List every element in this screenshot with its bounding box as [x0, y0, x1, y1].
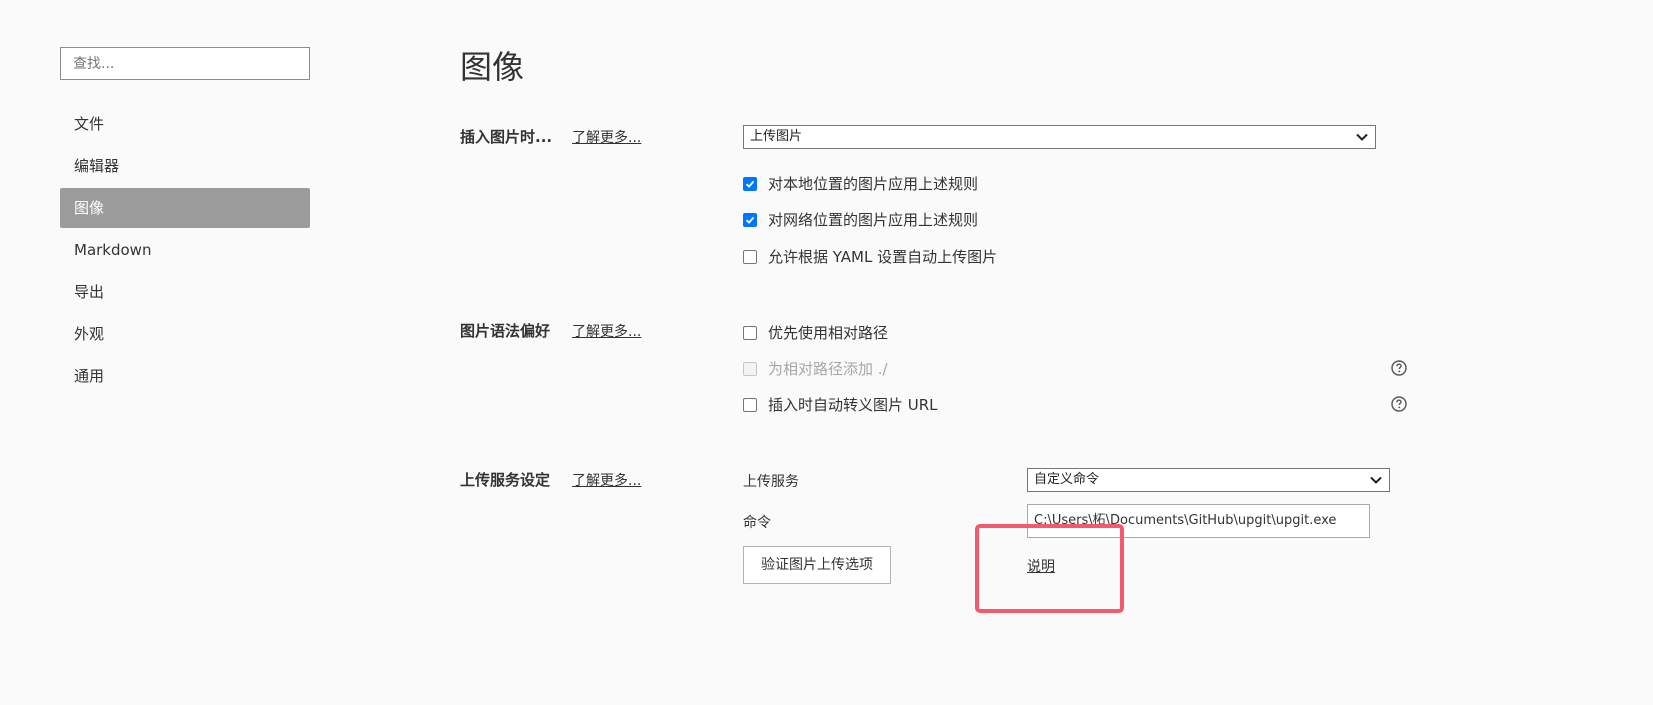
- checkbox-label: 对本地位置的图片应用上述规则: [768, 175, 979, 193]
- search-input[interactable]: [60, 47, 310, 80]
- chevron-down-icon: [1370, 476, 1382, 484]
- help-icon[interactable]: [1391, 360, 1407, 376]
- checkbox-label: 允许根据 YAML 设置自动上传图片: [768, 248, 998, 266]
- help-icon[interactable]: [1391, 396, 1407, 412]
- sidebar-item-file[interactable]: 文件: [60, 104, 310, 144]
- sidebar-item-image[interactable]: 图像: [60, 188, 310, 228]
- upload-learn-more-link[interactable]: 了解更多...: [572, 470, 641, 490]
- checkbox-row-local-images[interactable]: 对本地位置的图片应用上述规则: [743, 173, 978, 194]
- sidebar-item-markdown[interactable]: Markdown: [60, 230, 310, 270]
- checkbox-escape-url[interactable]: [743, 397, 757, 412]
- checkbox-label: 优先使用相对路径: [768, 324, 889, 342]
- upload-service-select-value: 自定义命令: [1034, 472, 1100, 487]
- upload-service-select[interactable]: 自定义命令: [1027, 468, 1390, 492]
- checkbox-local-images[interactable]: [743, 176, 757, 191]
- checkbox-row-yaml-upload[interactable]: 允许根据 YAML 设置自动上传图片: [743, 246, 997, 267]
- upload-service-label: 上传服务: [743, 474, 799, 490]
- checkbox-yaml-upload[interactable]: [743, 249, 757, 264]
- sidebar-item-export[interactable]: 导出: [60, 272, 310, 312]
- command-label: 命令: [743, 515, 771, 531]
- checkbox-row-network-images[interactable]: 对网络位置的图片应用上述规则: [743, 209, 978, 230]
- checkbox-row-escape-url[interactable]: 插入时自动转义图片 URL: [743, 394, 938, 415]
- syntax-section-label: 图片语法偏好: [460, 322, 551, 340]
- checkbox-add-dot-slash: [743, 361, 757, 376]
- sidebar-item-general[interactable]: 通用: [60, 356, 310, 396]
- upload-section-label: 上传服务设定: [460, 471, 551, 489]
- doc-link[interactable]: 说明: [1027, 556, 1055, 576]
- syntax-learn-more-link[interactable]: 了解更多...: [572, 321, 641, 341]
- checkbox-prefer-relative[interactable]: [743, 325, 757, 340]
- insert-action-select[interactable]: 上传图片: [743, 125, 1376, 149]
- sidebar-item-appearance[interactable]: 外观: [60, 314, 310, 354]
- insert-action-select-value: 上传图片: [750, 129, 803, 144]
- checkbox-row-prefer-relative[interactable]: 优先使用相对路径: [743, 322, 888, 343]
- checkbox-row-add-dot-slash: 为相对路径添加 ./: [743, 358, 888, 379]
- chevron-down-icon: [1356, 133, 1368, 141]
- command-input[interactable]: C:\Users\柘\Documents\GitHub\upgit\upgit.…: [1027, 504, 1370, 538]
- check-icon: [745, 216, 755, 224]
- checkbox-network-images[interactable]: [743, 212, 757, 227]
- insert-learn-more-link[interactable]: 了解更多...: [572, 127, 641, 147]
- checkbox-label: 对网络位置的图片应用上述规则: [768, 211, 979, 229]
- verify-upload-button[interactable]: 验证图片上传选项: [743, 546, 891, 584]
- insert-section-label: 插入图片时...: [460, 128, 553, 146]
- checkbox-label: 插入时自动转义图片 URL: [768, 396, 938, 414]
- check-icon: [745, 180, 755, 188]
- checkbox-label: 为相对路径添加 ./: [768, 360, 888, 378]
- sidebar-item-editor[interactable]: 编辑器: [60, 146, 310, 186]
- page-title: 图像: [460, 48, 525, 86]
